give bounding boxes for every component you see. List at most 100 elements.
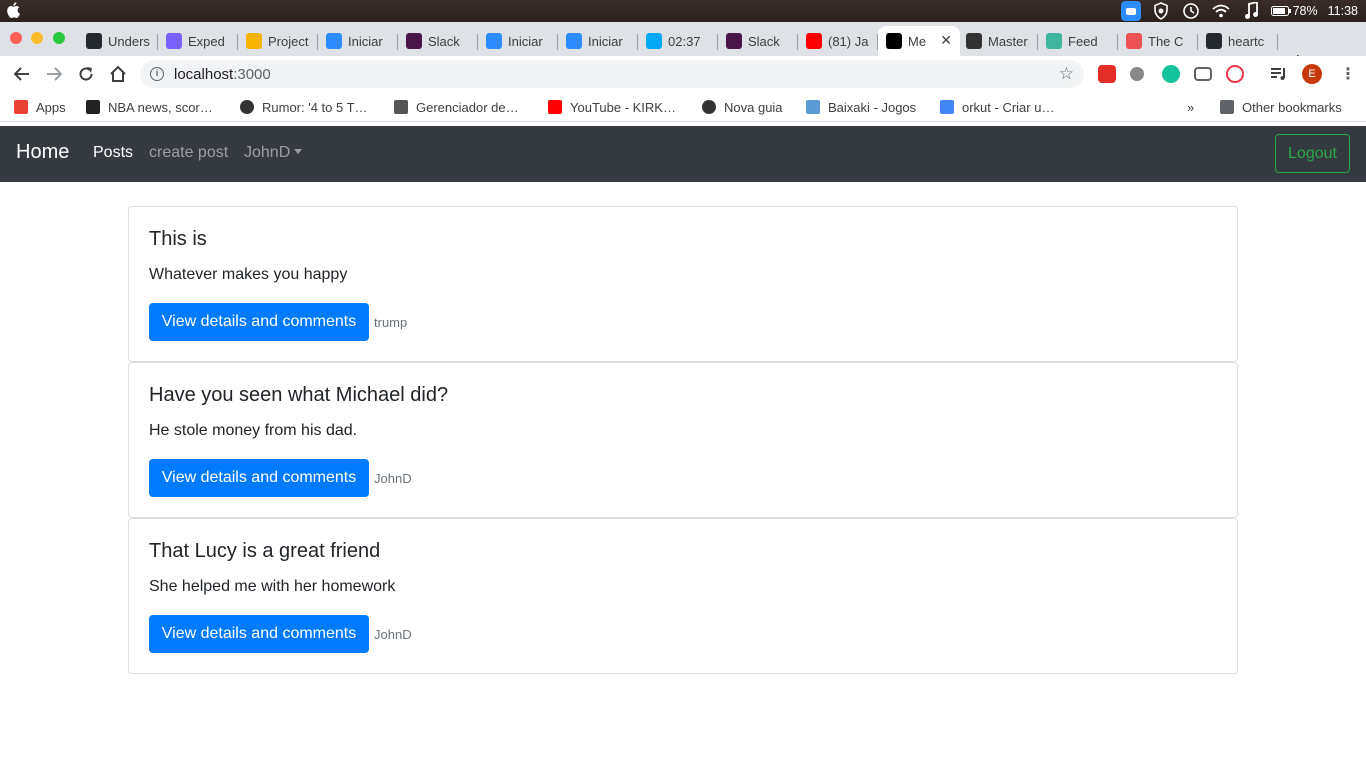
browser-tab[interactable]: Project xyxy=(238,26,318,56)
logout-button[interactable]: Logout xyxy=(1275,134,1350,173)
url-port: :3000 xyxy=(233,66,271,83)
app-icon xyxy=(886,33,902,49)
browser-tab[interactable]: Master xyxy=(958,26,1038,56)
youtube-extension-icon[interactable] xyxy=(1098,65,1116,83)
tab-label: Iniciar xyxy=(348,33,383,49)
browser-tab[interactable]: The C xyxy=(1118,26,1198,56)
url-text[interactable]: localhost:3000 xyxy=(174,66,271,83)
wifi-icon[interactable] xyxy=(1211,2,1231,20)
maximize-window-button[interactable] xyxy=(53,32,65,44)
browser-menu-icon[interactable]: ⋮ xyxy=(1340,64,1356,84)
minimize-window-button[interactable] xyxy=(31,32,43,44)
view-details-button[interactable]: View details and comments xyxy=(149,459,369,497)
other-bookmarks-label: Other bookmarks xyxy=(1242,99,1342,115)
bookmark-item[interactable]: YouTube - KIRK… xyxy=(548,98,676,116)
bookmark-item[interactable]: Gerenciador de… xyxy=(394,98,519,116)
music-icon[interactable] xyxy=(1241,2,1261,20)
tab-label: Exped xyxy=(188,33,225,49)
tab-label: Iniciar xyxy=(588,33,623,49)
browser-tab-strip: Unders Exped Project Iniciar Slack Iniciar Ini… xyxy=(0,22,1366,72)
grammarly-icon[interactable] xyxy=(1162,65,1180,83)
post-body: Whatever makes you happy xyxy=(149,266,348,283)
bookmark-item[interactable]: Rumor: '4 to 5 T… xyxy=(240,98,368,116)
bookmark-item[interactable]: Nova guia xyxy=(702,98,783,116)
site-info-icon[interactable]: i xyxy=(150,67,164,81)
posts-link[interactable]: Posts xyxy=(93,144,133,162)
battery-percent: 78% xyxy=(1292,4,1318,18)
time-machine-icon[interactable] xyxy=(1181,2,1201,20)
post-title: Have you seen what Michael did? xyxy=(149,384,449,406)
project-icon xyxy=(246,33,262,49)
youtube-icon xyxy=(548,100,562,114)
bookmark-item[interactable]: NBA news, scor… xyxy=(86,98,213,116)
bookmarks-bar: Apps NBA news, scor… Rumor: '4 to 5 T… Gere… xyxy=(0,92,1366,122)
bookmarks-overflow-button[interactable]: » xyxy=(1187,98,1194,116)
close-window-button[interactable] xyxy=(10,32,22,44)
zoom-status-icon[interactable] xyxy=(1120,1,1141,21)
close-tab-icon[interactable]: ✕ xyxy=(940,32,952,49)
home-link[interactable]: Home xyxy=(16,141,69,164)
forward-button[interactable] xyxy=(44,64,64,84)
home-button[interactable] xyxy=(108,64,128,84)
screenshot-icon[interactable] xyxy=(1194,67,1212,81)
browser-tab[interactable]: 02:37 xyxy=(638,26,718,56)
media-control-icon[interactable] xyxy=(1270,65,1288,83)
bookmark-label: Apps xyxy=(36,99,66,115)
tab-label: 02:37 xyxy=(668,33,701,49)
post-author: trump xyxy=(374,315,408,330)
tab-label: Project xyxy=(268,33,309,49)
udemy-icon xyxy=(1126,33,1142,49)
browser-tab[interactable]: Iniciar xyxy=(318,26,398,56)
globe-icon xyxy=(702,100,716,114)
browser-tab[interactable]: Iniciar xyxy=(478,26,558,56)
browser-tab[interactable]: heartc xyxy=(1198,26,1278,56)
github-icon xyxy=(86,33,102,49)
bookmark-label: Baixaki - Jogos xyxy=(828,99,917,115)
tab-label: Feed xyxy=(1068,33,1098,49)
other-bookmarks-folder[interactable]: Other bookmarks xyxy=(1220,98,1342,116)
view-details-button[interactable]: View details and comments xyxy=(149,303,369,341)
browser-tab[interactable]: Slack xyxy=(718,26,798,56)
bookmark-item[interactable]: orkut - Criar u… xyxy=(940,98,1054,116)
macos-menu-bar: 78% 11:38 xyxy=(0,0,1366,22)
browser-tab[interactable]: Feed xyxy=(1038,26,1118,56)
apps-grid-icon xyxy=(14,100,28,114)
address-bar[interactable]: i localhost:3000 ☆ xyxy=(140,60,1084,88)
create-post-link[interactable]: create post xyxy=(149,144,228,162)
browser-tab[interactable]: Unders xyxy=(78,26,158,56)
view-details-button[interactable]: View details and comments xyxy=(149,615,369,653)
browser-tab[interactable]: (81) Ja xyxy=(798,26,878,56)
baixaki-icon xyxy=(806,100,820,114)
bookmark-item[interactable]: Apps xyxy=(14,98,66,116)
profile-avatar[interactable]: E xyxy=(1302,64,1322,84)
browser-tab[interactable]: Me ✕ xyxy=(878,26,960,56)
bookmark-star-icon[interactable]: ☆ xyxy=(1059,64,1074,84)
bookmark-item[interactable]: Baixaki - Jogos xyxy=(806,98,916,116)
battery-icon[interactable] xyxy=(1270,2,1291,20)
post-body: He stole money from his dad. xyxy=(149,422,358,439)
browser-tab[interactable]: Exped xyxy=(158,26,238,56)
reload-button[interactable] xyxy=(76,64,96,84)
browser-tab[interactable]: Iniciar xyxy=(558,26,638,56)
post-body: She helped me with her homework xyxy=(149,578,396,595)
caret-down-icon xyxy=(294,149,303,154)
master-icon xyxy=(966,33,982,49)
clockify-icon xyxy=(646,33,662,49)
zoom-icon xyxy=(486,33,502,49)
tab-label: (81) Ja xyxy=(828,33,869,49)
expedia-icon xyxy=(166,33,182,49)
browser-tab[interactable]: Slack xyxy=(398,26,478,56)
globe-icon xyxy=(240,100,254,114)
extension-circle-icon[interactable] xyxy=(1130,67,1144,81)
post-author: JohnD xyxy=(374,627,412,642)
tab-label: Slack xyxy=(748,33,780,49)
lastpass-icon[interactable] xyxy=(1226,65,1244,83)
shield-icon[interactable] xyxy=(1151,2,1171,20)
tab-label: Slack xyxy=(428,33,460,49)
br-icon xyxy=(86,100,100,114)
post-title: That Lucy is a great friend xyxy=(149,540,381,562)
back-button[interactable] xyxy=(12,64,32,84)
clock[interactable]: 11:38 xyxy=(1328,4,1358,18)
user-dropdown[interactable]: JohnD xyxy=(244,144,303,162)
apple-icon[interactable] xyxy=(6,2,20,18)
